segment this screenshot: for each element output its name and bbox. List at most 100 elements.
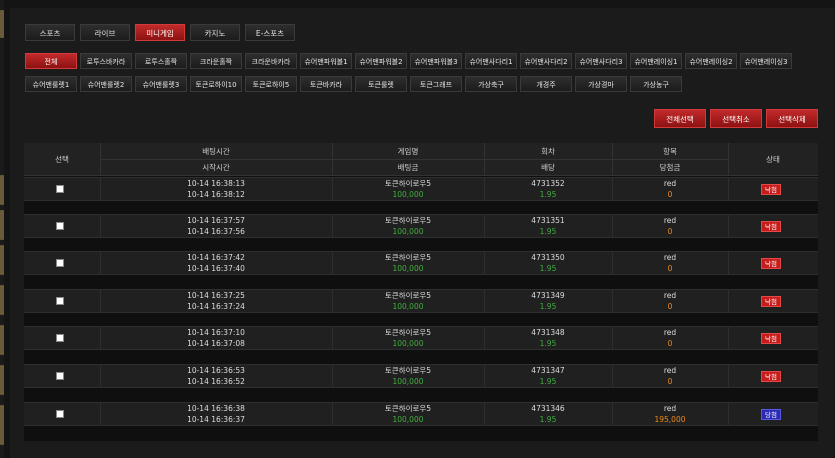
subtab-all[interactable]: 전체 <box>25 53 77 69</box>
subtab-dog-race[interactable]: 개경주 <box>520 76 572 92</box>
row-checkbox[interactable] <box>56 334 64 342</box>
subtab-token-hilo10[interactable]: 토큰로하이10 <box>190 76 242 92</box>
game-name: 토큰하이로우5 <box>384 216 432 225</box>
status-badge: 당첨 <box>761 409 781 420</box>
row-checkbox[interactable] <box>56 222 64 230</box>
subtab-virtual-soccer[interactable]: 가상축구 <box>465 76 517 92</box>
subtab-sureman-powerball2[interactable]: 슈어맨파워볼2 <box>355 53 407 69</box>
row-checkbox[interactable] <box>56 297 64 305</box>
subtab-token-hilo5[interactable]: 토큰로하이5 <box>245 76 297 92</box>
row-checkbox[interactable] <box>56 410 64 418</box>
header-bet-amount: 배팅금 <box>397 163 419 172</box>
header-select: 선택 <box>55 155 69 164</box>
subtab-sureman-ladder2[interactable]: 슈어맨사다리2 <box>520 53 572 69</box>
thumbnail[interactable] <box>0 175 4 205</box>
pick: red <box>663 179 677 188</box>
cancel-selected-button[interactable]: 선택취소 <box>710 109 762 128</box>
game-name: 토큰하이로우5 <box>384 253 432 262</box>
tab-minigame[interactable]: 미니게임 <box>135 24 185 41</box>
odds: 1.95 <box>539 339 557 348</box>
subtab-sureman-powerball1[interactable]: 슈어맨파워볼1 <box>300 53 352 69</box>
subtab-crown-oddeven[interactable]: 크라운홀짝 <box>190 53 242 69</box>
tab-live[interactable]: 라이브 <box>80 24 130 41</box>
subtab-lotus-baccarat[interactable]: 로투스바카라 <box>80 53 132 69</box>
bet-time: 10-14 16:37:25 <box>187 291 245 300</box>
thumbnail[interactable] <box>0 210 4 240</box>
table-header: 선택 배팅시간 시작시간 게임명 배팅금 회차 배당 항목 당첨금 상태 <box>24 143 818 176</box>
subtab-sureman-racing3[interactable]: 슈어맨레이싱3 <box>740 53 792 69</box>
pick: red <box>663 404 677 413</box>
win-amount: 0 <box>667 227 673 236</box>
subtab-sureman-racing2[interactable]: 슈어맨레이싱2 <box>685 53 737 69</box>
thumbnail[interactable] <box>0 365 4 395</box>
round: 4731347 <box>531 366 565 375</box>
row-checkbox[interactable] <box>56 185 64 193</box>
pick: red <box>663 366 677 375</box>
start-time: 10-14 16:38:12 <box>187 190 245 199</box>
subtab-token-baccarat[interactable]: 토큰바카라 <box>300 76 352 92</box>
tab-casino[interactable]: 카지노 <box>190 24 240 41</box>
delete-selected-button[interactable]: 선택삭제 <box>766 109 818 128</box>
bet-time: 10-14 16:37:57 <box>187 216 245 225</box>
pick: red <box>663 253 677 262</box>
start-time: 10-14 16:36:52 <box>187 377 245 386</box>
start-time: 10-14 16:37:56 <box>187 227 245 236</box>
round: 4731346 <box>531 404 565 413</box>
status-badge: 낙첨 <box>761 221 781 232</box>
thumbnail[interactable] <box>0 285 4 315</box>
win-amount: 0 <box>667 377 673 386</box>
pick: red <box>663 328 677 337</box>
header-game-name: 게임명 <box>397 147 419 156</box>
win-amount: 0 <box>667 339 673 348</box>
bet-time: 10-14 16:36:53 <box>187 366 245 375</box>
pick: red <box>663 216 677 225</box>
game-name: 토큰하이로우5 <box>384 179 432 188</box>
odds: 1.95 <box>539 415 557 424</box>
subtab-crown-baccarat[interactable]: 크라운바카라 <box>245 53 297 69</box>
odds: 1.95 <box>539 302 557 311</box>
subtab-token-roulette[interactable]: 토큰룰렛 <box>355 76 407 92</box>
bet-amount: 100,000 <box>392 339 424 348</box>
thumbnail[interactable] <box>0 245 4 275</box>
header-item: 항목 <box>663 147 677 156</box>
tab-esports[interactable]: E-스포츠 <box>245 24 295 41</box>
select-all-button[interactable]: 전체선택 <box>654 109 706 128</box>
row-checkbox[interactable] <box>56 372 64 380</box>
status-badge: 낙첨 <box>761 333 781 344</box>
thumbnail[interactable] <box>0 405 4 445</box>
status-badge: 낙첨 <box>761 258 781 269</box>
subtab-virtual-horse[interactable]: 가상경마 <box>575 76 627 92</box>
status-badge: 낙첨 <box>761 296 781 307</box>
thumbnail[interactable] <box>0 10 4 38</box>
win-amount: 0 <box>667 302 673 311</box>
bet-time: 10-14 16:38:13 <box>187 179 245 188</box>
subtab-sureman-roulette1[interactable]: 슈어맨룰렛1 <box>25 76 77 92</box>
game-name: 토큰하이로우5 <box>384 328 432 337</box>
status-badge: 낙첨 <box>761 184 781 195</box>
subtab-sureman-ladder3[interactable]: 슈어맨사다리3 <box>575 53 627 69</box>
status-badge: 낙첨 <box>761 371 781 382</box>
row-checkbox[interactable] <box>56 259 64 267</box>
thumbnail[interactable] <box>0 325 4 355</box>
start-time: 10-14 16:37:24 <box>187 302 245 311</box>
odds: 1.95 <box>539 190 557 199</box>
table-row: 10-14 16:37:57 10-14 16:37:56 토큰하이로우5 100,0… <box>24 214 818 238</box>
header-round: 회차 <box>541 147 555 156</box>
subtab-lotus-oddeven[interactable]: 로투스홀짝 <box>135 53 187 69</box>
pick: red <box>663 291 677 300</box>
subtab-sureman-roulette2[interactable]: 슈어맨룰렛2 <box>80 76 132 92</box>
table-row: 10-14 16:36:53 10-14 16:36:52 토큰하이로우5 100,0… <box>24 364 818 388</box>
subtab-sureman-roulette3[interactable]: 슈어맨룰렛3 <box>135 76 187 92</box>
tab-sports[interactable]: 스포츠 <box>25 24 75 41</box>
odds: 1.95 <box>539 264 557 273</box>
bet-amount: 100,000 <box>392 377 424 386</box>
subtab-sureman-racing1[interactable]: 슈어맨레이싱1 <box>630 53 682 69</box>
subtab-sureman-powerball3[interactable]: 슈어맨파워볼3 <box>410 53 462 69</box>
subtab-token-graph[interactable]: 토큰그래프 <box>410 76 462 92</box>
subtab-virtual-basketball[interactable]: 가상농구 <box>630 76 682 92</box>
round: 4731352 <box>531 179 565 188</box>
header-status: 상태 <box>766 155 780 164</box>
subtab-sureman-ladder1[interactable]: 슈어맨사다리1 <box>465 53 517 69</box>
bet-amount: 100,000 <box>392 190 424 199</box>
game-name: 토큰하이로우5 <box>384 291 432 300</box>
